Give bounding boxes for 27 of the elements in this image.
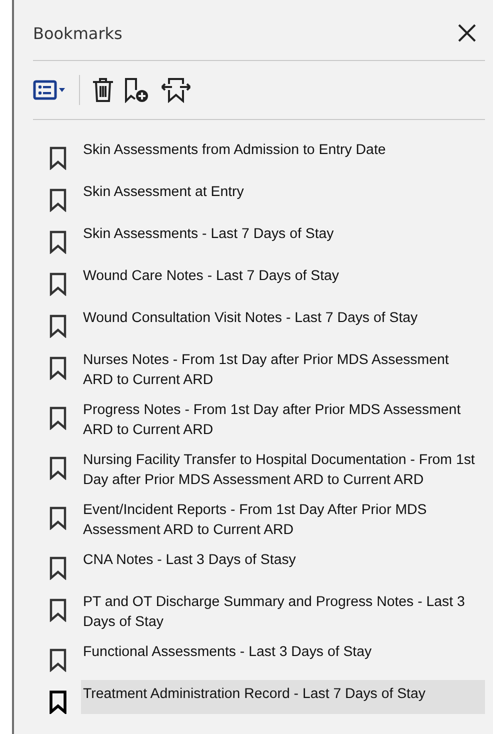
bookmark-icon [49, 188, 67, 212]
expand-bookmark-icon [160, 77, 192, 103]
delete-button[interactable] [92, 76, 114, 104]
bookmark-item[interactable]: Skin Assessment at Entry [81, 178, 485, 212]
bookmark-icon [49, 146, 67, 170]
bookmark-icon [49, 598, 67, 622]
bookmark-item[interactable]: Skin Assessments from Admission to Entry Date [81, 136, 485, 170]
bookmark-icon [49, 314, 67, 338]
bookmark-item[interactable]: Treatment Administration Record - Last 7 Days of Stay [81, 680, 485, 714]
bookmark-item[interactable]: Wound Care Notes - Last 7 Days of Stay [81, 262, 485, 296]
panel-title: Bookmarks [33, 22, 122, 42]
bookmark-icon [49, 230, 67, 254]
add-bookmark-button[interactable] [124, 76, 150, 104]
trash-icon [92, 77, 114, 103]
bookmark-icon [49, 356, 67, 380]
options-menu-icon [33, 79, 67, 101]
bookmark-icon [49, 506, 67, 530]
bookmark-icon [49, 406, 67, 430]
bookmark-icon [49, 456, 67, 480]
bookmark-icon [49, 648, 67, 672]
expand-button[interactable] [160, 76, 192, 104]
bookmark-item[interactable]: Wound Consultation Visit Notes - Last 7 Days of Stay [81, 304, 485, 338]
bookmark-icon [49, 690, 67, 714]
bookmark-item[interactable]: Skin Assessments - Last 7 Days of Stay [81, 220, 485, 254]
bookmark-icon [49, 556, 67, 580]
bookmark-icon [49, 272, 67, 296]
add-bookmark-icon [124, 77, 150, 103]
